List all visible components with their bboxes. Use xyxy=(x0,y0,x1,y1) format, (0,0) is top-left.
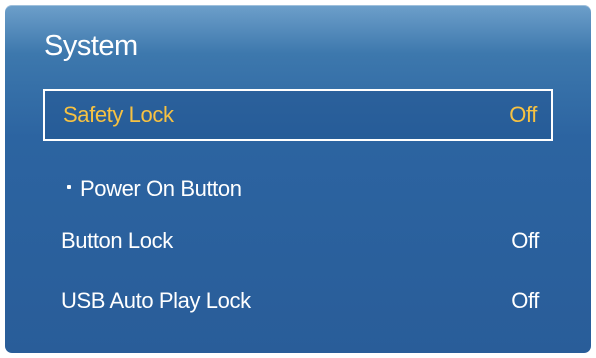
menu-item-safety-lock[interactable]: Safety Lock Off xyxy=(43,89,553,141)
menu-item-label: Button Lock xyxy=(61,228,173,253)
menu-item-usb-auto-play-lock[interactable]: USB Auto Play Lock Off xyxy=(43,275,553,327)
bullet-icon xyxy=(67,185,71,190)
system-menu-panel: System Safety Lock Off Power On Button B… xyxy=(5,5,591,353)
menu-item-value: Off xyxy=(511,288,539,313)
menu-item-power-on-button[interactable]: Power On Button xyxy=(43,163,553,215)
menu-item-value: Off xyxy=(511,228,539,253)
menu-item-label: Power On Button xyxy=(80,176,242,201)
menu-item-value: Off xyxy=(509,102,537,127)
menu-item-label: Safety Lock xyxy=(63,102,174,127)
menu-item-label: USB Auto Play Lock xyxy=(61,288,251,313)
submenu-item-wrapper: Power On Button xyxy=(67,176,242,202)
panel-title: System xyxy=(44,30,138,62)
menu-item-button-lock[interactable]: Button Lock Off xyxy=(43,215,553,267)
